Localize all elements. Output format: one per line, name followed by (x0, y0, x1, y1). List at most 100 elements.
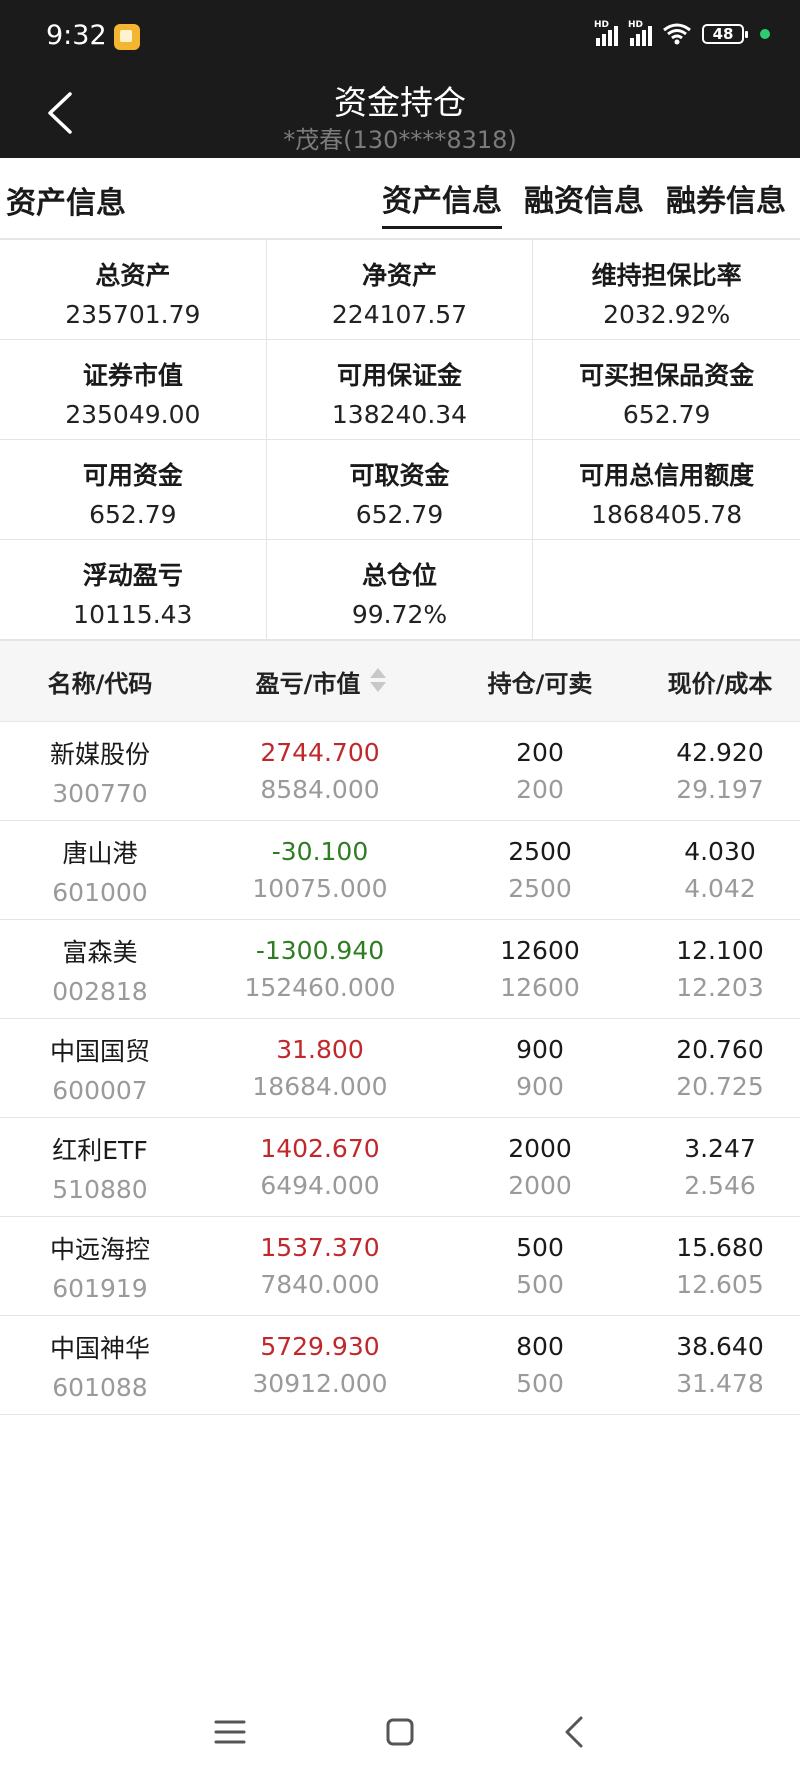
market-value: 7840.000 (260, 1270, 380, 1299)
asset-cell-empty (533, 540, 800, 640)
sort-icon[interactable] (370, 666, 387, 696)
asset-value: 652.79 (355, 500, 444, 529)
tab-asset-info[interactable]: 资产信息 (382, 176, 502, 229)
name-code-cell: 中国神华 601088 (0, 1316, 200, 1414)
pnl-value: 31.800 (276, 1035, 364, 1064)
asset-cell: 可买担保品资金 652.79 (533, 340, 800, 440)
notification-app-icon (114, 24, 140, 50)
tab-short-info[interactable]: 融券信息 (666, 176, 786, 229)
home-icon (386, 1718, 414, 1746)
stock-name: 中远海控 (49, 1234, 150, 1264)
table-row[interactable]: 中远海控 601919 1537.370 7840.000 500 500 15.68… (0, 1217, 800, 1316)
header-pnl-label: 盈亏/市值 (255, 669, 361, 698)
asset-cell: 维持担保比率 2032.92% (533, 240, 800, 340)
table-row[interactable]: 中国神华 601088 5729.930 30912.000 800 500 38.6… (0, 1316, 800, 1415)
market-value: 8584.000 (260, 775, 380, 804)
wifi-icon (662, 22, 692, 46)
pnl-cell: -1300.940 152460.000 (200, 920, 440, 1018)
asset-value: 235049.00 (65, 400, 201, 429)
nav-back-button[interactable] (555, 1712, 595, 1752)
stock-code: 300770 (52, 778, 148, 808)
status-bar: 9:32 HD HD 48 (0, 0, 800, 72)
home-button[interactable] (380, 1712, 420, 1752)
system-nav-bar (0, 1688, 800, 1778)
battery-icon: 48 (702, 24, 748, 44)
cost-price: 31.478 (676, 1369, 764, 1398)
holding-cell: 500 500 (440, 1217, 640, 1315)
asset-label: 总仓位 (361, 561, 437, 590)
current-price: 15.680 (676, 1233, 764, 1262)
asset-label: 证券市值 (82, 361, 183, 390)
holding-cell: 2000 2000 (440, 1118, 640, 1216)
table-row[interactable]: 富森美 002818 -1300.940 152460.000 12600 12600… (0, 920, 800, 1019)
asset-label: 浮动盈亏 (82, 561, 183, 590)
header-pnl-value[interactable]: 盈亏/市值 (200, 664, 440, 699)
asset-value: 1868405.78 (591, 500, 743, 529)
holding-qty: 2500 (508, 837, 572, 866)
menu-button[interactable] (210, 1712, 250, 1752)
price-cell: 38.640 31.478 (640, 1316, 800, 1414)
holding-cell: 2500 2500 (440, 821, 640, 919)
name-code-cell: 唐山港 601000 (0, 821, 200, 919)
name-code-cell: 中国国贸 600007 (0, 1019, 200, 1117)
table-row[interactable]: 新媒股份 300770 2744.700 8584.000 200 200 42.92… (0, 722, 800, 821)
tab-margin-info[interactable]: 融资信息 (524, 176, 644, 229)
asset-label: 可用资金 (82, 461, 183, 490)
current-price: 42.920 (676, 738, 764, 767)
market-value: 152460.000 (244, 973, 396, 1002)
pnl-value: 1537.370 (260, 1233, 380, 1262)
table-row[interactable]: 中国国贸 600007 31.800 18684.000 900 900 20.760… (0, 1019, 800, 1118)
status-dot (760, 29, 770, 39)
current-price: 12.100 (676, 936, 764, 965)
asset-cell: 净资产 224107.57 (266, 240, 534, 340)
cost-price: 12.605 (676, 1270, 764, 1299)
asset-label: 维持担保比率 (591, 261, 742, 290)
current-price: 4.030 (684, 837, 756, 866)
asset-value: 2032.92% (603, 300, 731, 329)
holding-cell: 800 500 (440, 1316, 640, 1414)
asset-value: 138240.34 (331, 400, 468, 429)
price-cell: 15.680 12.605 (640, 1217, 800, 1315)
pnl-cell: 2744.700 8584.000 (200, 722, 440, 820)
asset-cell: 浮动盈亏 10115.43 (0, 540, 267, 640)
price-cell: 42.920 29.197 (640, 722, 800, 820)
asset-value: 652.79 (89, 500, 177, 529)
current-price: 3.247 (684, 1134, 756, 1163)
current-price: 38.640 (676, 1332, 764, 1361)
status-time: 9:32 (46, 20, 107, 51)
system-icons: HD HD 48 (594, 20, 770, 46)
cost-price: 12.203 (676, 973, 764, 1002)
holding-qty: 800 (516, 1332, 564, 1361)
name-code-cell: 中远海控 601919 (0, 1217, 200, 1315)
asset-grid: 总资产 235701.79 净资产 224107.57 维持担保比率 2032.92%… (0, 239, 800, 640)
asset-cell: 总仓位 99.72% (266, 540, 534, 640)
cost-price: 2.546 (684, 1171, 756, 1200)
stock-name: 唐山港 (62, 838, 138, 868)
stock-name: 富森美 (62, 937, 138, 967)
market-value: 10075.000 (252, 874, 388, 903)
asset-value: 99.72% (351, 600, 448, 629)
holding-cell: 900 900 (440, 1019, 640, 1117)
pnl-value: -1300.940 (255, 936, 385, 965)
table-row[interactable]: 红利ETF 510880 1402.670 6494.000 2000 2000 3.… (0, 1118, 800, 1217)
holding-qty: 900 (516, 1035, 564, 1064)
cost-price: 4.042 (684, 874, 756, 903)
asset-tabs: 资产信息 融资信息 融券信息 (382, 176, 786, 229)
signal-hd-label: HD (594, 20, 610, 30)
holding-qty: 200 (516, 738, 564, 767)
stock-code: 601000 (52, 877, 148, 907)
stock-name: 新媒股份 (49, 739, 150, 769)
holding-qty: 500 (516, 1233, 564, 1262)
header-name-code: 名称/代码 (47, 669, 153, 698)
table-row[interactable]: 唐山港 601000 -30.100 10075.000 2500 2500 4.03… (0, 821, 800, 920)
asset-cell: 证券市值 235049.00 (0, 340, 267, 440)
cost-price: 20.725 (676, 1072, 764, 1101)
asset-value: 10115.43 (73, 600, 193, 629)
pnl-cell: 31.800 18684.000 (200, 1019, 440, 1117)
account-subtitle: *茂春(130****8318) (283, 126, 517, 154)
pnl-cell: -30.100 10075.000 (200, 821, 440, 919)
asset-cell: 可用保证金 138240.34 (266, 340, 534, 440)
asset-value: 224107.57 (331, 300, 468, 329)
signal-icon: HD (628, 20, 652, 46)
sellable-qty: 12600 (500, 973, 580, 1002)
